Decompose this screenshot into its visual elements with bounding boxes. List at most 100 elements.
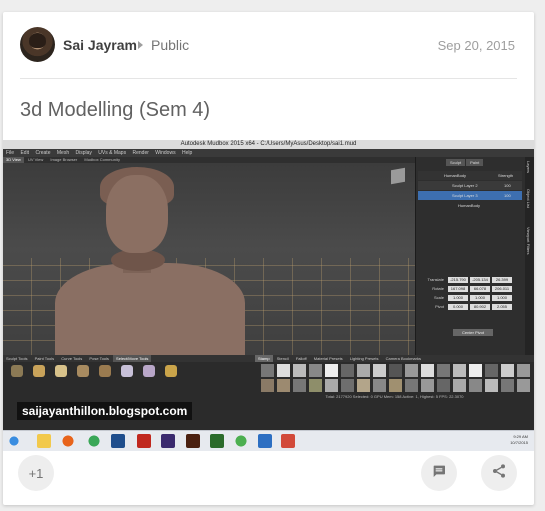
prop-row: Rotate 167.098 66.078 206.011 — [418, 286, 524, 294]
menu-item: Edit — [20, 150, 30, 156]
share-button[interactable] — [481, 455, 517, 491]
layer-name: HumanBody — [458, 203, 481, 208]
stamp-swatch — [341, 364, 354, 377]
stamp-swatch — [405, 379, 418, 392]
layer-row: Sculpt Layer 3 100 — [418, 191, 522, 200]
center-pivot-button: Center Pivot — [453, 329, 493, 336]
prop-row: Pivot 0.000 80.902 2.055 — [418, 304, 524, 312]
3d-viewport — [3, 163, 415, 355]
stamp-swatch — [389, 379, 402, 392]
stamp-swatch — [453, 364, 466, 377]
audition-icon — [161, 434, 175, 448]
app-menu-bar: File Edit Create Mesh Display UVs & Maps… — [3, 149, 534, 157]
tool-icon — [33, 365, 45, 377]
prop-label: Translate — [427, 277, 444, 282]
stamp-swatch — [309, 379, 322, 392]
panel-tab: Paint — [466, 159, 484, 166]
stamp-swatch — [373, 379, 386, 392]
stamp-swatch — [517, 379, 530, 392]
excel-icon — [210, 434, 224, 448]
plus-one-label: +1 — [28, 465, 44, 481]
layer-strength: 100 — [504, 183, 511, 188]
chevron-right-icon — [138, 41, 143, 49]
tool-icon — [77, 365, 89, 377]
app-icon — [258, 434, 272, 448]
tool-icon — [121, 365, 133, 377]
stamp-swatch — [421, 364, 434, 377]
prop-value: 26.399 — [492, 277, 512, 283]
menu-item: Windows — [155, 150, 176, 156]
layers-header-strength: Strength — [498, 173, 514, 178]
explorer-icon — [37, 434, 51, 448]
layer-row: HumanBody — [418, 201, 522, 210]
stamp-tab: Lighting Presets — [349, 356, 379, 361]
clock-date: 10/7/2015 — [510, 440, 528, 445]
prop-value: 1.000 — [470, 295, 490, 301]
panel-tabs: Sculpt Paint — [446, 159, 484, 166]
prop-value: -205.134 — [470, 277, 490, 283]
menu-item: UVs & Maps — [98, 150, 127, 156]
plus-one-button[interactable]: +1 — [18, 455, 54, 491]
prop-row: Translate -215.790 -205.134 26.399 — [418, 277, 524, 285]
post-visibility[interactable]: Public — [151, 37, 189, 53]
app-icon — [234, 434, 248, 448]
layers-header: HumanBody Strength — [418, 171, 522, 180]
windows-taskbar: 9:29 AM 10/7/2015 — [3, 430, 534, 451]
menu-item: Render — [132, 150, 149, 156]
post-date[interactable]: Sep 20, 2015 — [438, 38, 515, 53]
tool-icon — [143, 365, 155, 377]
prop-value: 80.902 — [470, 304, 490, 310]
stamp-tab: Stamp — [255, 355, 273, 362]
stamp-swatch — [421, 379, 434, 392]
transform-properties: Translate -215.790 -205.134 26.399 Rotat… — [416, 275, 526, 325]
flash-icon — [137, 434, 151, 448]
layer-name: Sculpt Layer 2 — [452, 183, 478, 188]
author-avatar[interactable] — [20, 27, 55, 62]
stamp-tab: Camera Bookmarks — [385, 356, 421, 361]
prop-label: Scale — [433, 295, 444, 300]
comment-icon — [431, 463, 447, 484]
tool-tab: Pose Tools — [89, 356, 109, 361]
tool-icon — [55, 365, 67, 377]
menu-item: File — [6, 150, 15, 156]
prop-row: Scale 1.000 1.000 1.000 — [418, 295, 524, 303]
mudbox-icon — [281, 434, 295, 448]
stamp-swatch — [357, 379, 370, 392]
tool-tab: Curve Tools — [61, 356, 83, 361]
stamp-swatch — [277, 379, 290, 392]
view-cube-icon — [391, 167, 405, 185]
stamp-swatch — [261, 364, 274, 377]
stamp-swatch — [357, 364, 370, 377]
layer-row: Sculpt Layer 2 100 — [418, 181, 522, 190]
stamp-tab: Material Presets — [313, 356, 343, 361]
prop-value: 206.011 — [492, 286, 512, 292]
model-torso — [55, 263, 245, 355]
prop-value: 0.000 — [448, 304, 468, 310]
prop-value: -215.790 — [448, 277, 468, 283]
post-image[interactable]: Autodesk Mudbox 2015 x64 - C:/Users/MyAs… — [3, 140, 534, 451]
layer-strength: 100 — [504, 193, 511, 198]
layer-name: Sculpt Layer 3 — [452, 193, 478, 198]
stamp-swatch — [437, 379, 450, 392]
tool-icon — [99, 365, 111, 377]
tool-icon — [11, 365, 23, 377]
stamp-swatch — [453, 379, 466, 392]
stamp-swatch — [373, 364, 386, 377]
prop-label: Pivot — [435, 304, 444, 309]
prop-value: 167.098 — [448, 286, 468, 292]
stamp-swatch — [389, 364, 402, 377]
photoshop-icon — [111, 434, 125, 448]
stamp-tabs: Stamp Stencil Falloff Material Presets L… — [255, 355, 534, 362]
header-divider — [20, 78, 517, 79]
comment-button[interactable] — [421, 455, 457, 491]
menu-item: Mesh — [56, 150, 70, 156]
layers-header-name: HumanBody — [444, 173, 467, 178]
firefox-icon — [61, 434, 75, 448]
stamp-swatch — [469, 364, 482, 377]
stamp-swatch — [485, 379, 498, 392]
post-title: 3d Modelling (Sem 4) — [20, 99, 211, 121]
side-tab: Viewport Filters — [526, 227, 531, 255]
author-name[interactable]: Sai Jayram — [63, 37, 137, 53]
side-tab: Object List — [526, 189, 531, 208]
status-bar: Total: 2177920 Selected: 0 GPU Mem: 158 … — [325, 394, 464, 399]
